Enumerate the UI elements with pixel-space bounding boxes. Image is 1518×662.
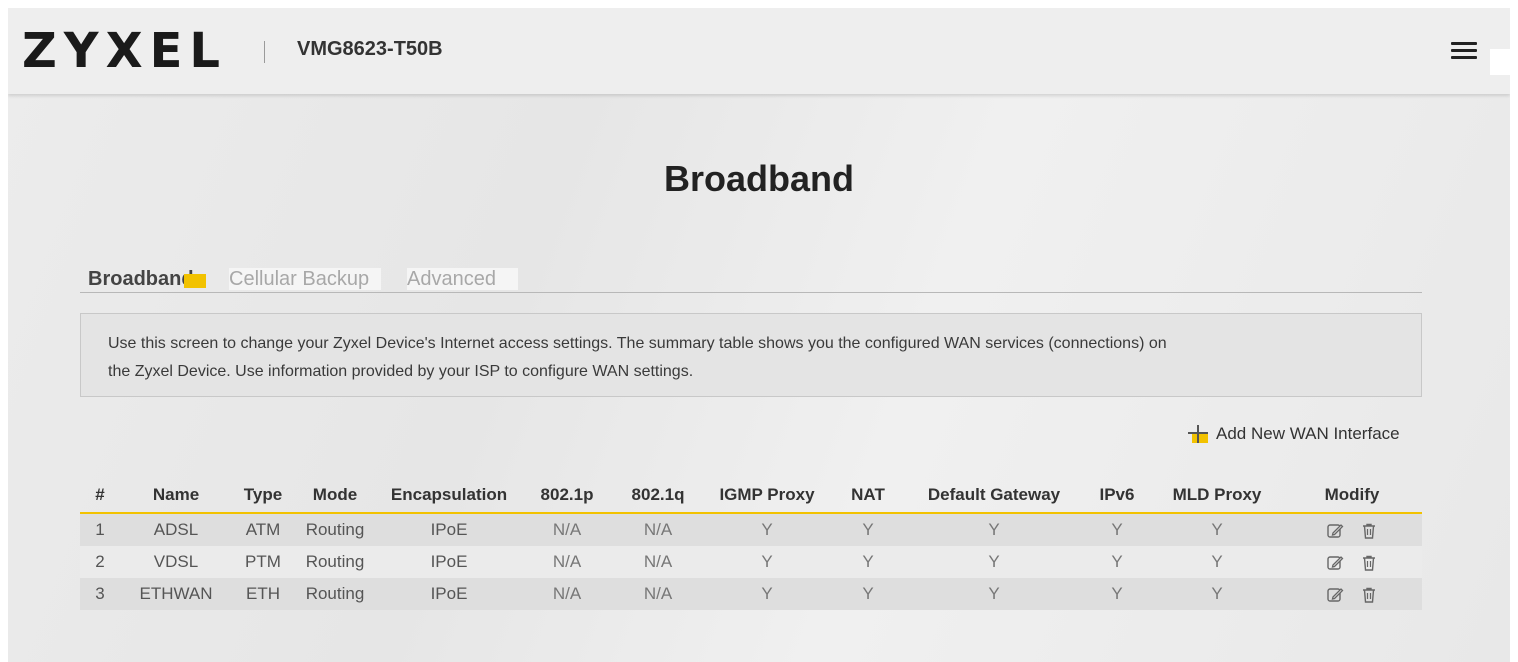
- cell-type: ATM: [232, 513, 294, 546]
- cell-mld-proxy: Y: [1152, 546, 1282, 578]
- cell-ipv6: Y: [1082, 546, 1152, 578]
- cell-number: 2: [80, 546, 120, 578]
- cell-type: ETH: [232, 578, 294, 610]
- cell-nat: Y: [830, 513, 906, 546]
- wan-summary-table: # Name Type Mode Encapsulation 802.1p 80…: [80, 477, 1422, 610]
- cell-number: 1: [80, 513, 120, 546]
- plus-icon: [1188, 425, 1208, 445]
- tab-label: Advanced: [407, 268, 496, 290]
- tab-bar: Broadband Cellular Backup Advanced: [80, 266, 1422, 293]
- page-title: Broadband: [663, 158, 854, 199]
- tab-label: Cellular Backup: [229, 268, 370, 290]
- cell-encapsulation: IPoE: [376, 546, 522, 578]
- col-header-8021p: 802.1p: [522, 477, 612, 514]
- edit-icon[interactable]: [1326, 586, 1344, 604]
- cell-default-gateway: Y: [906, 513, 1082, 546]
- cell-type: PTM: [232, 546, 294, 578]
- cell-igmp-proxy: Y: [704, 578, 830, 610]
- col-header-type: Type: [232, 477, 294, 514]
- table-header-row: # Name Type Mode Encapsulation 802.1p 80…: [80, 477, 1422, 514]
- zyxel-logo: ZYXEL: [22, 23, 227, 79]
- tab-cellular-backup[interactable]: Cellular Backup: [229, 268, 382, 290]
- edit-icon[interactable]: [1326, 522, 1344, 540]
- cell-ipv6: Y: [1082, 513, 1152, 546]
- col-header-mode: Mode: [294, 477, 376, 514]
- add-wan-interface-label: Add New WAN Interface: [1216, 424, 1400, 443]
- col-header-number: #: [80, 477, 120, 514]
- col-header-ipv6: IPv6: [1082, 477, 1152, 514]
- cell-nat: Y: [830, 578, 906, 610]
- cell-8021p: N/A: [522, 546, 612, 578]
- description-box: Use this screen to change your Zyxel Dev…: [80, 313, 1422, 397]
- header-edge: [1490, 49, 1510, 75]
- cell-mld-proxy: Y: [1152, 578, 1282, 610]
- tab-advanced[interactable]: Advanced: [407, 268, 518, 290]
- cell-mode: Routing: [294, 513, 376, 546]
- trash-icon[interactable]: [1360, 522, 1378, 540]
- cell-mld-proxy: Y: [1152, 513, 1282, 546]
- tab-label: Broadband: [88, 268, 194, 290]
- cell-8021q: N/A: [612, 546, 704, 578]
- cell-8021q: N/A: [612, 513, 704, 546]
- table-row: 3 ETHWAN ETH Routing IPoE N/A N/A Y Y Y …: [80, 578, 1422, 610]
- col-header-igmp-proxy: IGMP Proxy: [704, 477, 830, 514]
- cell-mode: Routing: [294, 578, 376, 610]
- col-header-default-gateway: Default Gateway: [906, 477, 1082, 514]
- cell-igmp-proxy: Y: [704, 546, 830, 578]
- cell-mode: Routing: [294, 546, 376, 578]
- cell-modify: [1282, 578, 1422, 610]
- col-header-nat: NAT: [830, 477, 906, 514]
- edit-icon[interactable]: [1326, 554, 1344, 572]
- cell-nat: Y: [830, 546, 906, 578]
- page-frame: ZYXEL VMG8623-T50B Broadband Broadband C…: [8, 8, 1510, 662]
- col-header-8021q: 802.1q: [612, 477, 704, 514]
- device-model: VMG8623-T50B: [297, 38, 443, 60]
- description-line-2: the Zyxel Device. Use information provid…: [108, 363, 694, 380]
- header-divider: [264, 41, 265, 63]
- cell-number: 3: [80, 578, 120, 610]
- cell-encapsulation: IPoE: [376, 513, 522, 546]
- table-row: 2 VDSL PTM Routing IPoE N/A N/A Y Y Y Y …: [80, 546, 1422, 578]
- trash-icon[interactable]: [1360, 586, 1378, 604]
- cell-encapsulation: IPoE: [376, 578, 522, 610]
- cell-name: ETHWAN: [120, 578, 232, 610]
- cell-default-gateway: Y: [906, 546, 1082, 578]
- cell-name: VDSL: [120, 546, 232, 578]
- table-row: 1 ADSL ATM Routing IPoE N/A N/A Y Y Y Y …: [80, 513, 1422, 546]
- menu-line: [1451, 42, 1477, 45]
- cell-name: ADSL: [120, 513, 232, 546]
- active-tab-indicator: [183, 274, 206, 288]
- cell-modify: [1282, 546, 1422, 578]
- top-header: ZYXEL VMG8623-T50B: [8, 8, 1510, 94]
- menu-line: [1451, 49, 1477, 52]
- col-header-encapsulation: Encapsulation: [376, 477, 522, 514]
- col-header-modify: Modify: [1282, 477, 1422, 514]
- add-wan-interface-button[interactable]: Add New WAN Interface: [1188, 421, 1424, 445]
- description-line-1: Use this screen to change your Zyxel Dev…: [108, 335, 1167, 352]
- cell-8021p: N/A: [522, 578, 612, 610]
- cell-default-gateway: Y: [906, 578, 1082, 610]
- hamburger-menu-icon[interactable]: [1448, 36, 1480, 64]
- col-header-name: Name: [120, 477, 232, 514]
- cell-modify: [1282, 513, 1422, 546]
- cell-8021q: N/A: [612, 578, 704, 610]
- cell-8021p: N/A: [522, 513, 612, 546]
- cell-ipv6: Y: [1082, 578, 1152, 610]
- menu-line: [1451, 56, 1477, 59]
- col-header-mld-proxy: MLD Proxy: [1152, 477, 1282, 514]
- trash-icon[interactable]: [1360, 554, 1378, 572]
- tab-broadband[interactable]: Broadband: [88, 268, 206, 290]
- cell-igmp-proxy: Y: [704, 513, 830, 546]
